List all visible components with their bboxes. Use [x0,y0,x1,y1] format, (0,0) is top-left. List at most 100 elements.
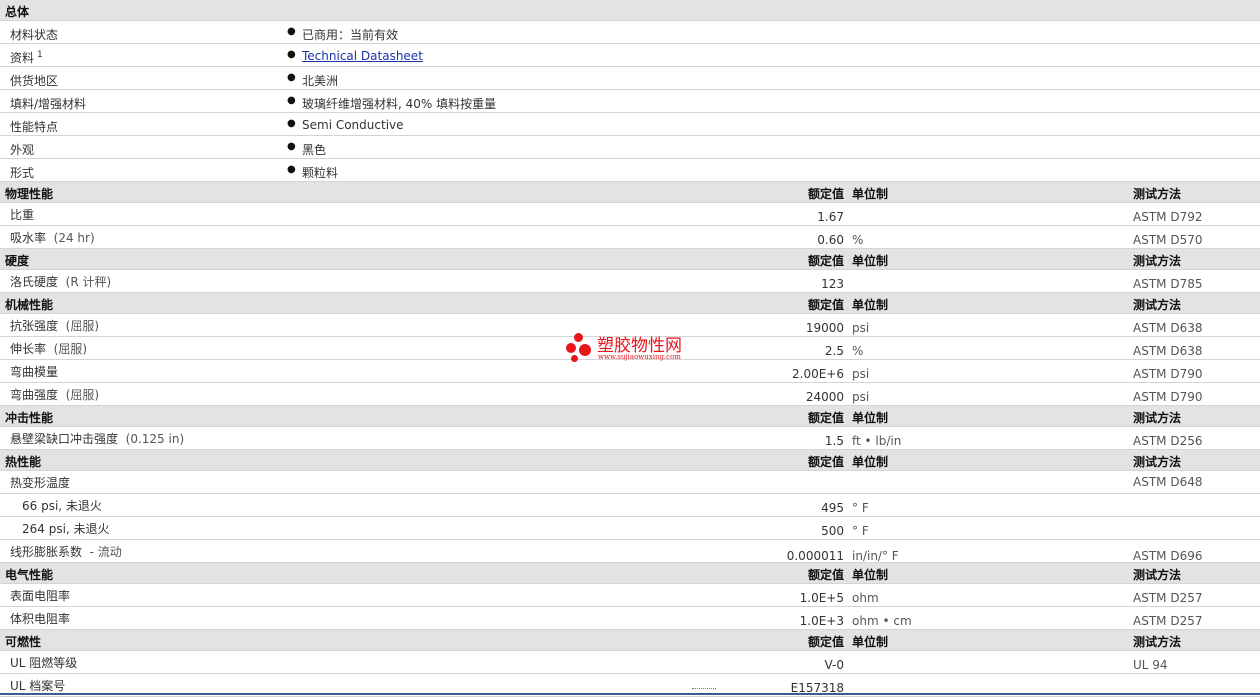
general-row: 填料/增强材料 ● 玻璃纤维增强材料, 40% 填料按重量 [0,90,1260,113]
property-label: 供货地区 [10,72,58,89]
property-row: 表面电阻率 1.0E+5 ohm ASTM D257 [0,584,1260,607]
test-method: ASTM D785 [1133,277,1203,291]
property-label-text: 材料状态 [10,28,59,42]
property-value: 500 [821,524,844,538]
test-method: ASTM D638 [1133,344,1203,358]
property-row: 线形膨胀系数 - 流动 0.000011 in/in/° F ASTM D696 [0,540,1260,563]
property-label-text: 弯曲强度 [10,388,59,402]
property-row: UL 阻燃等级 V-0 UL 94 [0,651,1260,674]
property-unit: psi [852,321,870,335]
column-header-unit: 单位制 [852,187,889,201]
column-header-method: 测试方法 [1133,254,1182,268]
property-row: 悬壁梁缺口冲击强度 (0.125 in) 1.5 ft • lb/in ASTM D2… [0,427,1260,450]
property-row: 吸水率 (24 hr) 0.60% ASTM D570 [0,226,1260,249]
property-label-text: 性能特点 [10,120,59,134]
section-title: 可燃性 [5,635,42,649]
property-label-text: 填料/增强材料 [10,97,87,111]
test-method: ASTM D648 [1133,475,1203,489]
property-label-text: UL 阻燃等级 [10,656,78,670]
section-title: 机械性能 [5,298,54,312]
property-label: 抗张强度 (屈服) [10,317,99,334]
bullet-icon: ● [287,95,296,106]
property-label-text: 264 psi, 未退火 [22,522,110,536]
section-title: 物理性能 [5,187,54,201]
property-label-text: 形式 [10,166,35,180]
column-header-unit: 单位制 [852,568,889,582]
property-label-text: 比重 [10,208,35,222]
test-method: ASTM D696 [1133,549,1203,563]
property-row: 66 psi, 未退火 495 ° F [0,494,1260,517]
column-header-value: 额定值 [807,411,844,425]
property-label-text: 抗张强度 [10,319,59,333]
general-row: 性能特点 ● Semi Conductive [0,113,1260,136]
property-row: 热变形温度 ASTM D648 [0,471,1260,494]
column-header-method: 测试方法 [1133,298,1182,312]
bullet-icon: ● [287,118,296,129]
property-label-text: 洛氏硬度 [10,275,59,289]
technical-datasheet-link[interactable]: Technical Datasheet [302,49,423,63]
section-title: 冲击性能 [5,411,54,425]
property-value: 1.0E+3 [799,614,844,628]
property-label: 热变形温度 [10,474,70,491]
property-condition: - 流动 [89,545,122,559]
property-value: Semi Conductive [302,118,404,132]
property-label-text: 悬壁梁缺口冲击强度 [10,432,119,446]
property-label: 悬壁梁缺口冲击强度 (0.125 in) [10,430,184,447]
property-row: 体积电阻率 1.0E+3 ohm • cm ASTM D257 [0,607,1260,630]
column-header-unit: 单位制 [852,411,889,425]
column-header-value: 额定值 [807,254,844,268]
property-label: 吸水率 (24 hr) [10,229,95,246]
property-label: 弯曲模量 [10,363,58,380]
column-header-method: 测试方法 [1133,568,1182,582]
general-row: 材料状态 ● 已商用：当前有效 [0,21,1260,44]
property-label-text: UL 档案号 [10,679,66,693]
property-unit: psi [852,367,870,381]
property-unit: ohm [852,591,879,605]
property-label-text: 外观 [10,143,35,157]
property-value: 495 [821,501,844,515]
section-title: 电气性能 [5,568,54,582]
test-method: ASTM D792 [1133,210,1203,224]
section-title: 热性能 [5,455,42,469]
property-row: 比重 1.67 ASTM D792 [0,203,1260,226]
property-label-text: 热变形温度 [10,476,71,490]
test-method: ASTM D257 [1133,591,1203,605]
property-value: 1.5 [824,434,844,448]
property-label-text: 伸长率 [10,342,47,356]
section-header: 硬度 额定值 单位制 测试方法 [0,249,1260,270]
property-row: 264 psi, 未退火 500 ° F [0,517,1260,540]
column-header-method: 测试方法 [1133,635,1182,649]
column-header-unit: 单位制 [852,254,889,268]
property-condition: (屈服) [65,388,100,402]
property-label: 比重 [10,206,34,223]
bullet-icon: ● [287,26,296,37]
property-label-text: 供货地区 [10,74,59,88]
column-header-method: 测试方法 [1133,411,1182,425]
column-header-unit: 单位制 [852,635,889,649]
footnote-marker: 1 [37,50,43,60]
property-label: 填料/增强材料 [10,95,86,112]
section-header: 机械性能 额定值 单位制 测试方法 [0,293,1260,314]
property-label: 66 psi, 未退火 [22,497,102,514]
column-header-value: 额定值 [807,568,844,582]
property-value: 玻璃纤维增强材料, 40% 填料按重量 [302,97,497,111]
property-value: 123 [821,277,844,291]
property-label: 性能特点 [10,118,58,135]
property-unit: psi [852,390,870,404]
property-value: 已商用：当前有效 [302,28,399,42]
property-label: 线形膨胀系数 - 流动 [10,543,122,560]
property-label: 资料 1 [10,49,43,66]
property-value: V-0 [824,658,844,672]
column-header-value: 额定值 [807,635,844,649]
test-method: UL 94 [1133,658,1168,672]
property-value: 19000 [805,321,844,335]
bullet-icon: ● [287,49,296,60]
property-label: 洛氏硬度 (R 计秤) [10,273,111,290]
property-label-text: 吸水率 [10,231,47,245]
property-value: 1.67 [817,210,844,224]
column-header-method: 测试方法 [1133,187,1182,201]
general-row: 外观 ● 黑色 [0,136,1260,159]
bullet-icon: ● [287,141,296,152]
column-header-method: 测试方法 [1133,455,1182,469]
property-condition: (24 hr) [53,231,95,245]
